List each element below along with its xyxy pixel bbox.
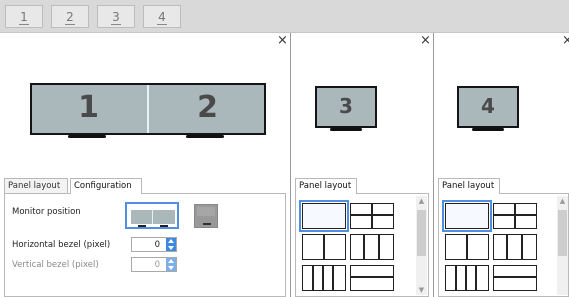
monitor-preview-group: 1 2 bbox=[30, 83, 266, 141]
monitor-stand bbox=[68, 135, 106, 138]
vertical-bezel-spin-buttons[interactable] bbox=[166, 258, 176, 271]
monitor-number: 2 bbox=[197, 90, 218, 125]
tab-bar: Panel layout bbox=[438, 178, 569, 194]
monitor-tab-label: 4 bbox=[157, 10, 167, 25]
close-icon[interactable]: × bbox=[420, 34, 431, 47]
horizontal-bezel-label: Horizontal bezel (pixel) bbox=[12, 240, 111, 250]
monitor-number: 3 bbox=[339, 94, 353, 118]
monitor-stand bbox=[472, 128, 504, 131]
three-columns-layout-icon[interactable] bbox=[350, 234, 394, 260]
mini-stand bbox=[160, 225, 168, 227]
monitor-number: 4 bbox=[481, 94, 495, 118]
scrollbar-thumb[interactable] bbox=[558, 210, 567, 256]
mini-stand bbox=[203, 223, 211, 225]
tab-panel-layout[interactable]: Panel layout bbox=[438, 178, 500, 194]
monitor-number: 1 bbox=[78, 90, 99, 125]
monitor-tab-label: 1 bbox=[19, 10, 29, 25]
monitor-tab-strip: 1 2 3 4 bbox=[0, 0, 569, 33]
chevron-down-icon[interactable]: ▼ bbox=[416, 285, 427, 295]
mini-stand bbox=[138, 225, 146, 227]
mini-screen bbox=[131, 210, 175, 224]
grid-2x2-layout-icon[interactable] bbox=[350, 203, 394, 229]
vertical-bezel-label: Vertical bezel (pixel) bbox=[12, 260, 99, 270]
two-columns-layout-icon[interactable] bbox=[445, 234, 489, 260]
chevron-up-icon[interactable] bbox=[168, 259, 174, 263]
horizontal-bezel-spin-buttons[interactable] bbox=[166, 238, 176, 251]
panel-monitors-1-2: × 1 2 Panel layout Configuration Monitor… bbox=[0, 33, 290, 297]
monitor-tab-label: 2 bbox=[65, 10, 75, 25]
vertical-bezel-stepper bbox=[131, 257, 177, 272]
three-columns-layout-icon[interactable] bbox=[493, 234, 537, 260]
two-rows-layout-icon[interactable] bbox=[350, 265, 394, 291]
single-layout-icon[interactable] bbox=[299, 200, 349, 232]
monitor-position-vertical-button[interactable] bbox=[194, 204, 218, 228]
monitor-tab-label: 3 bbox=[111, 10, 121, 25]
monitor-tab-4[interactable]: 4 bbox=[143, 5, 181, 28]
two-columns-layout-icon[interactable] bbox=[302, 234, 346, 260]
configuration-content: Monitor position Horizontal bezel (pixel… bbox=[4, 194, 286, 297]
panel-monitor-3: × 3 Panel layout ▲ ▼ bbox=[291, 33, 433, 297]
panel-monitor-4: × 4 Panel layout ▲ bbox=[434, 33, 569, 297]
close-icon[interactable]: × bbox=[277, 34, 288, 47]
monitor-tab-2[interactable]: 2 bbox=[51, 5, 89, 28]
horizontal-bezel-stepper bbox=[131, 237, 177, 252]
mini-screen bbox=[197, 207, 215, 216]
monitor-stand bbox=[186, 135, 224, 138]
four-columns-layout-icon[interactable] bbox=[445, 265, 489, 291]
panel-layout-content: ▲ bbox=[438, 194, 569, 297]
monitor-preview-group: 3 bbox=[315, 86, 377, 134]
monitor-position-horizontal-button[interactable] bbox=[125, 202, 179, 229]
tab-configuration[interactable]: Configuration bbox=[70, 178, 142, 194]
monitor-tab-1[interactable]: 1 bbox=[5, 5, 43, 28]
monitor-preview-group: 4 bbox=[457, 86, 519, 134]
mini-bezel bbox=[152, 210, 153, 224]
tab-panel-layout[interactable]: Panel layout bbox=[4, 178, 68, 193]
single-layout-icon[interactable] bbox=[442, 200, 492, 232]
two-rows-layout-icon[interactable] bbox=[493, 265, 537, 291]
panel-layout-content: ▲ ▼ bbox=[295, 194, 429, 297]
chevron-up-icon[interactable]: ▲ bbox=[557, 196, 568, 206]
chevron-up-icon[interactable] bbox=[168, 239, 174, 243]
vertical-bezel-input[interactable] bbox=[132, 258, 163, 271]
monitor-tab-3[interactable]: 3 bbox=[97, 5, 135, 28]
monitor-position-label: Monitor position bbox=[12, 207, 81, 217]
tab-bar: Panel layout Configuration bbox=[4, 178, 286, 194]
horizontal-bezel-input[interactable] bbox=[132, 238, 163, 251]
chevron-up-icon[interactable]: ▲ bbox=[416, 196, 427, 206]
layout-scrollbar[interactable]: ▲ ▼ bbox=[416, 196, 427, 295]
scrollbar-thumb[interactable] bbox=[417, 210, 426, 256]
chevron-down-icon[interactable] bbox=[168, 266, 174, 270]
tab-bar: Panel layout bbox=[295, 178, 429, 194]
tab-panel-layout[interactable]: Panel layout bbox=[295, 178, 357, 194]
chevron-down-icon[interactable] bbox=[168, 246, 174, 250]
four-columns-layout-icon[interactable] bbox=[302, 265, 346, 291]
close-icon[interactable]: × bbox=[562, 34, 569, 47]
grid-2x2-layout-icon[interactable] bbox=[493, 203, 537, 229]
monitor-stand bbox=[330, 128, 362, 131]
layout-scrollbar[interactable]: ▲ bbox=[557, 196, 568, 295]
